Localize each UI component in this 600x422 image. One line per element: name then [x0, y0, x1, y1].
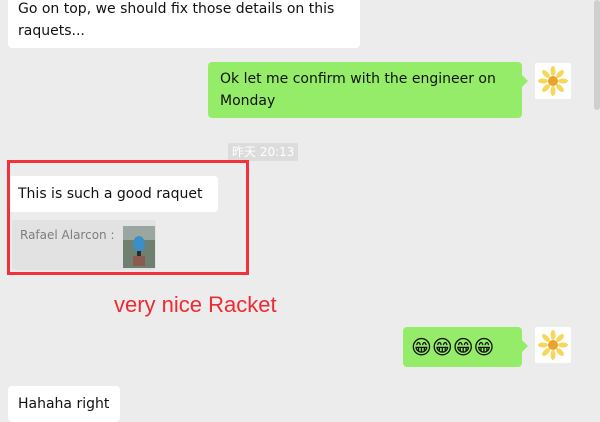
annotation-text: very nice Racket: [114, 292, 277, 317]
message-text: Go on top, we should fix those details o…: [18, 1, 335, 39]
sun-flower-icon: [538, 330, 568, 360]
message-timestamp: 昨天 20:13: [228, 143, 299, 161]
message-text: Hahaha right: [18, 396, 110, 412]
sun-flower-icon: [538, 66, 568, 96]
user-avatar[interactable]: [535, 63, 571, 99]
scrollbar-thumb[interactable]: [594, 0, 600, 110]
message-bubble-outgoing[interactable]: 😁😁😁😁: [403, 327, 528, 367]
message-bubble-incoming[interactable]: Hahaha right: [8, 386, 120, 422]
user-avatar[interactable]: [535, 327, 571, 363]
message-text: Ok let me confirm with the engineer on M…: [220, 71, 496, 109]
message-emoji-text: 😁😁😁😁: [411, 335, 495, 359]
message-bubble-outgoing[interactable]: Ok let me confirm with the engineer on M…: [208, 62, 528, 118]
highlight-box: [7, 160, 249, 275]
message-bubble-incoming[interactable]: Go on top, we should fix those details o…: [8, 0, 360, 48]
